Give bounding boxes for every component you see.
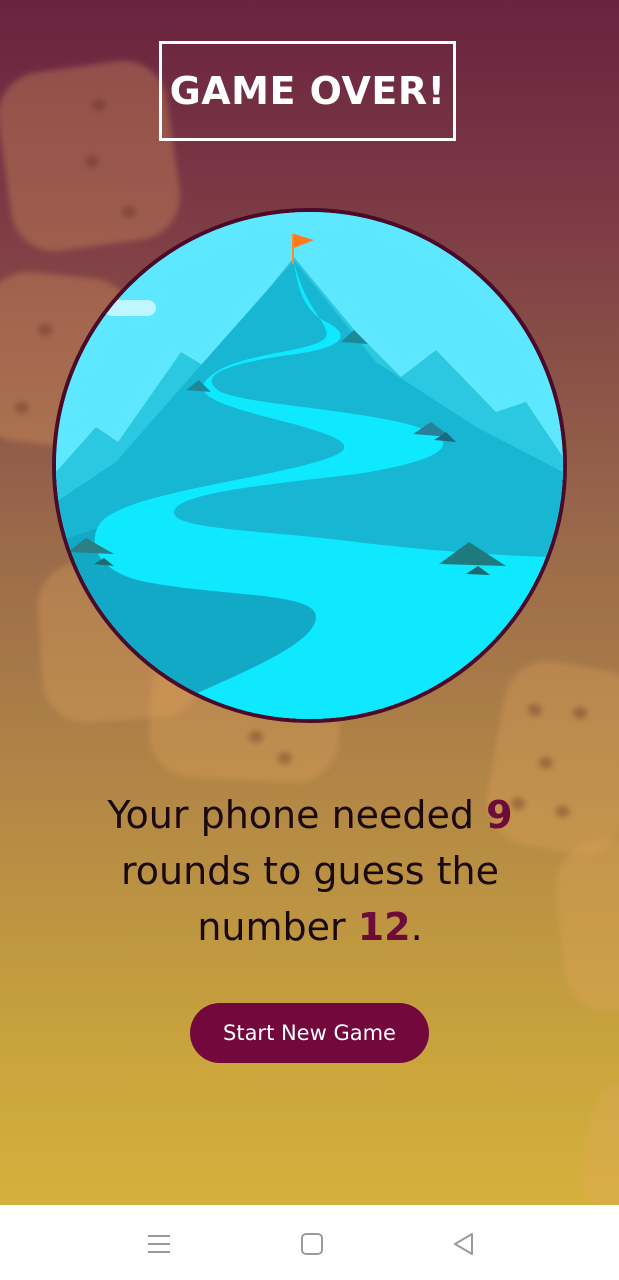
game-over-screen: GAME OVER! Your phone needed 9 rounds to…	[0, 0, 619, 1205]
summary-text-part3: .	[410, 905, 423, 949]
success-image	[52, 208, 567, 723]
back-icon[interactable]	[450, 1230, 478, 1258]
rounds-count: 9	[486, 793, 513, 837]
start-new-game-button[interactable]: Start New Game	[190, 1003, 429, 1063]
summary-text-part1: Your phone needed	[107, 793, 487, 837]
title-box: GAME OVER!	[159, 41, 456, 141]
menu-icon[interactable]	[145, 1230, 173, 1258]
background-die-decoration	[0, 55, 186, 257]
result-summary: Your phone needed 9 rounds to guess the …	[60, 787, 560, 955]
mountain-summit-illustration	[56, 212, 563, 719]
summary-text-part2: rounds to guess the number	[120, 849, 500, 949]
background-die-decoration	[571, 1071, 619, 1205]
page-title: GAME OVER!	[169, 69, 446, 113]
home-icon[interactable]	[298, 1230, 326, 1258]
background-die-decoration	[551, 834, 619, 1016]
guessed-number: 12	[357, 905, 411, 949]
system-navigation-bar	[0, 1205, 619, 1280]
